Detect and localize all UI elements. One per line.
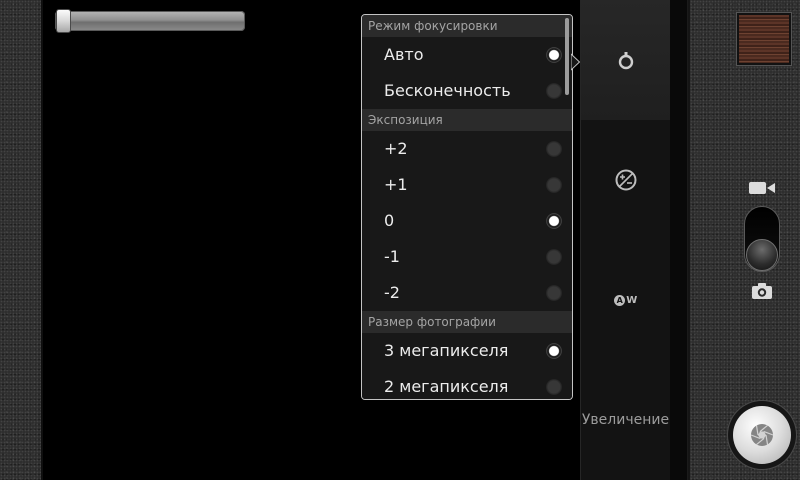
divider-strip [670, 0, 688, 480]
section-header-picture-size: Размер фотографии [362, 311, 572, 333]
white-balance-glyph-w: W [626, 294, 637, 306]
aperture-icon [750, 424, 774, 446]
radio-button[interactable] [546, 249, 562, 265]
option-exposure-plus-2[interactable]: +2 [362, 131, 572, 167]
option-focus-auto[interactable]: Авто [362, 37, 572, 73]
camera-video-mode-switch[interactable] [744, 206, 780, 272]
option-label: 0 [384, 211, 395, 230]
settings-list[interactable]: Режим фокусировки Авто Бесконечность Экс… [362, 15, 572, 399]
radio-button[interactable] [546, 83, 562, 99]
shutter-button[interactable] [728, 401, 796, 469]
radio-button[interactable] [546, 379, 562, 395]
setting-focus-mode[interactable] [581, 0, 670, 120]
option-label: 2 мегапикселя [384, 377, 509, 396]
shutter-button-face[interactable] [733, 406, 791, 464]
mode-switch-knob[interactable] [746, 239, 778, 271]
scrollbar[interactable] [565, 18, 569, 95]
radio-button[interactable] [546, 343, 562, 359]
radio-button[interactable] [546, 47, 562, 63]
option-size-2mp[interactable]: 2 мегапикселя [362, 369, 572, 399]
exposure-icon [615, 169, 636, 191]
option-size-3mp[interactable]: 3 мегапикселя [362, 333, 572, 369]
option-label: +1 [384, 175, 408, 194]
settings-column: A W Увеличение [580, 0, 670, 480]
setting-white-balance[interactable]: A W [581, 240, 670, 360]
radio-button[interactable] [546, 177, 562, 193]
option-focus-infinity[interactable]: Бесконечность [362, 73, 572, 109]
video-camera-icon [749, 182, 775, 194]
left-bezel [0, 0, 43, 480]
option-label: Авто [384, 45, 424, 64]
section-header-focus-mode: Режим фокусировки [362, 15, 572, 37]
settings-popup: Режим фокусировки Авто Бесконечность Экс… [361, 14, 573, 400]
last-photo-thumbnail[interactable] [737, 13, 791, 65]
radio-button[interactable] [546, 213, 562, 229]
option-label: -2 [384, 283, 400, 302]
white-balance-icon: A W [614, 294, 637, 306]
option-exposure-minus-2[interactable]: -2 [362, 275, 572, 311]
option-label: +2 [384, 139, 408, 158]
setting-exposure[interactable] [581, 120, 670, 240]
radio-button[interactable] [546, 285, 562, 301]
option-label: Бесконечность [384, 81, 511, 100]
zoom-slider[interactable] [55, 9, 245, 33]
zoom-slider-thumb[interactable] [56, 9, 71, 33]
option-label: 3 мегапикселя [384, 341, 509, 360]
focus-mode-icon [618, 52, 633, 70]
camera-icon [752, 283, 772, 299]
white-balance-glyph-a: A [614, 294, 626, 306]
setting-zoom[interactable]: Увеличение [581, 360, 670, 480]
option-label: -1 [384, 247, 400, 266]
option-exposure-plus-1[interactable]: +1 [362, 167, 572, 203]
section-header-exposure: Экспозиция [362, 109, 572, 131]
zoom-setting-label: Увеличение [581, 412, 670, 428]
option-exposure-minus-1[interactable]: -1 [362, 239, 572, 275]
radio-button[interactable] [546, 141, 562, 157]
option-exposure-0[interactable]: 0 [362, 203, 572, 239]
